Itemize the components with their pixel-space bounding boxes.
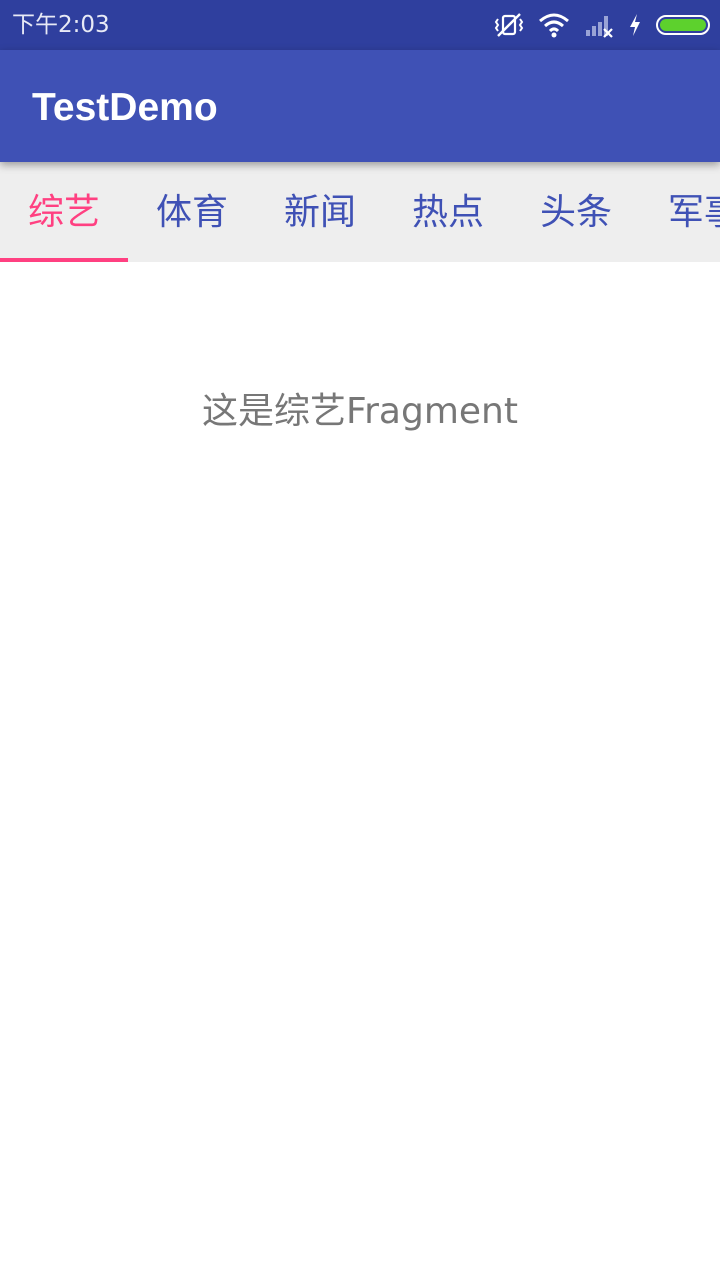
fragment-text: 这是综艺Fragment (202, 391, 518, 432)
tab-label: 体育 (155, 192, 228, 233)
tab-sports[interactable]: 体育 (128, 162, 256, 262)
tab-headlines[interactable]: 头条 (512, 162, 640, 262)
fragment-content: 这是综艺Fragment (0, 262, 720, 1280)
tab-hot[interactable]: 热点 (384, 162, 512, 262)
app-bar: TestDemo (0, 50, 720, 162)
tab-news[interactable]: 新闻 (256, 162, 384, 262)
tab-military[interactable]: 军事 (640, 162, 720, 262)
tab-bar: 综艺 体育 新闻 热点 头条 军事 (0, 162, 720, 262)
vibrate-off-icon (494, 11, 524, 39)
tab-variety[interactable]: 综艺 (0, 162, 128, 262)
charging-icon (628, 13, 642, 37)
tab-label: 新闻 (283, 192, 356, 233)
battery-icon (656, 15, 710, 35)
signal-no-sim-icon (584, 12, 614, 38)
app-title: TestDemo (32, 86, 218, 129)
tab-label: 综艺 (27, 192, 100, 233)
status-time: 下午2:03 (12, 12, 110, 38)
wifi-icon (538, 12, 570, 38)
tabs: 综艺 体育 新闻 热点 头条 军事 (0, 162, 720, 262)
status-icons (494, 10, 710, 40)
tab-label: 军事 (667, 192, 720, 233)
tab-indicator (0, 258, 128, 262)
tab-label: 热点 (411, 192, 484, 233)
tab-label: 头条 (539, 192, 612, 233)
status-bar: 下午2:03 (0, 0, 720, 50)
battery-fill (660, 19, 706, 31)
